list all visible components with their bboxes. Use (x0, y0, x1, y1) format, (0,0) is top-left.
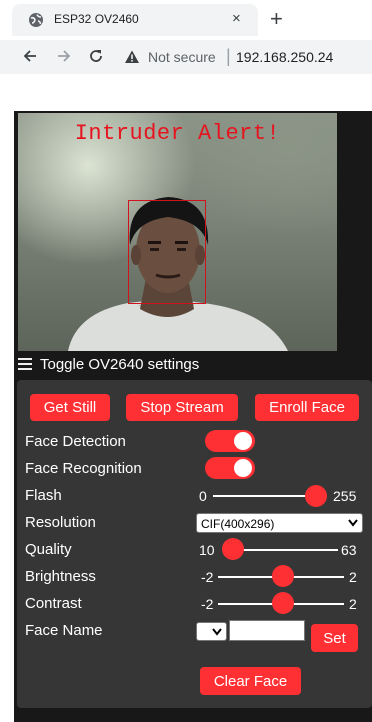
clear-face-button[interactable]: Clear Face (200, 667, 301, 695)
flash-max: 255 (333, 488, 357, 504)
face-detection-label: Face Detection (25, 433, 126, 450)
contrast-min: -2 (201, 596, 214, 612)
set-button[interactable]: Set (311, 624, 358, 652)
settings-toggle[interactable]: Toggle OV2640 settings (18, 354, 199, 374)
address-bar[interactable]: Not secure | 192.168.250.24 (114, 42, 372, 72)
resolution-label: Resolution (25, 514, 96, 531)
stop-stream-button[interactable]: Stop Stream (126, 394, 238, 421)
face-detection-box (128, 200, 206, 304)
flash-slider-track[interactable] (213, 495, 313, 497)
chevron-down-icon (212, 628, 222, 636)
reload-icon (90, 50, 102, 62)
flash-min: 0 (199, 488, 207, 504)
get-still-button[interactable]: Get Still (30, 394, 110, 421)
brightness-max: 2 (349, 569, 357, 585)
tab-title: ESP32 OV2460 (54, 12, 139, 26)
face-detection-toggle[interactable] (205, 430, 255, 452)
flash-slider-thumb[interactable] (305, 485, 327, 507)
chevron-down-icon (348, 519, 358, 527)
quality-slider-track[interactable] (238, 549, 338, 551)
quality-slider-thumb[interactable] (222, 538, 244, 560)
face-name-input[interactable] (229, 620, 305, 641)
forward-button[interactable] (52, 44, 76, 68)
forward-arrow-icon (58, 50, 71, 62)
security-status[interactable]: Not secure (148, 49, 216, 65)
brightness-min: -2 (201, 569, 214, 585)
face-recognition-toggle[interactable] (205, 457, 255, 479)
camera-stream: Intruder Alert! (18, 113, 337, 351)
browser-toolbar: Not secure | 192.168.250.24 (0, 40, 372, 74)
intruder-alert-text: Intruder Alert! (74, 121, 281, 146)
hamburger-icon (18, 358, 32, 370)
enroll-face-button[interactable]: Enroll Face (255, 394, 359, 421)
quality-max: 63 (341, 542, 357, 558)
face-name-select[interactable] (196, 622, 227, 641)
brightness-label: Brightness (25, 568, 96, 585)
url-text[interactable]: 192.168.250.24 (236, 49, 333, 65)
warning-icon (125, 50, 139, 63)
face-recognition-label: Face Recognition (25, 460, 142, 477)
face-name-label: Face Name (25, 622, 103, 639)
tab-strip: ESP32 OV2460 × + (0, 0, 372, 40)
reload-button[interactable] (84, 44, 108, 68)
resolution-select[interactable]: CIF(400x296) (196, 513, 363, 533)
toggle-knob (234, 459, 252, 477)
close-tab-icon[interactable]: × (232, 10, 241, 27)
globe-icon (29, 13, 43, 27)
resolution-value: CIF(400x296) (201, 517, 275, 531)
contrast-slider-thumb[interactable] (272, 592, 294, 614)
quality-min: 10 (199, 542, 215, 558)
browser-tab[interactable]: ESP32 OV2460 × (12, 4, 258, 36)
back-button[interactable] (18, 44, 42, 68)
new-tab-button[interactable]: + (270, 5, 283, 33)
contrast-max: 2 (349, 596, 357, 612)
flash-label: Flash (25, 487, 62, 504)
quality-label: Quality (25, 541, 72, 558)
contrast-label: Contrast (25, 595, 82, 612)
omnibox-separator: | (226, 46, 231, 66)
settings-toggle-label: Toggle OV2640 settings (40, 355, 200, 373)
brightness-slider-thumb[interactable] (272, 565, 294, 587)
toggle-knob (234, 432, 252, 450)
back-arrow-icon (23, 50, 36, 62)
